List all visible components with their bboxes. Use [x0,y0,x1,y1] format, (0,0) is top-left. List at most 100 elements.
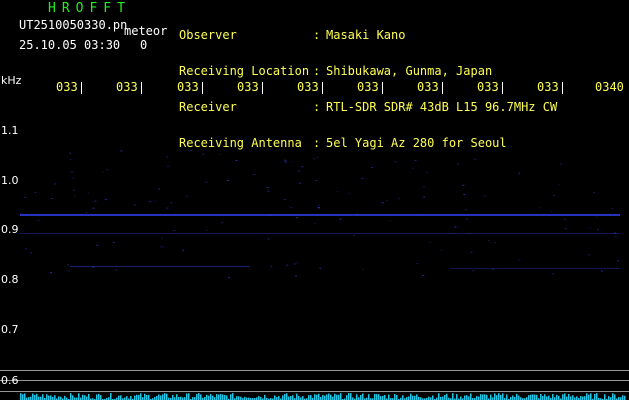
noise-speck [173,230,176,231]
spectrum-bar [218,394,220,400]
spectrum-bar [322,395,324,400]
spectrum-bar [622,395,624,400]
event-count: 0 [140,38,148,52]
noise-speck [290,161,293,163]
spectrum-bar [518,395,520,400]
spectrum-bar [34,394,36,400]
spectrum-bar [186,393,188,400]
time-tick-mark [502,82,503,94]
spectrum-bar [350,393,352,400]
noise-speck [253,173,256,175]
spectrum-bar [50,395,52,400]
noise-speck [149,201,152,203]
noise-speck [205,181,208,183]
noise-speck [411,167,414,169]
spectrum-bar [82,394,84,400]
noise-speck [423,186,426,188]
spectrum-bar [210,394,212,400]
spectrum-bar [288,396,290,400]
noise-speck [96,244,99,246]
spectrum-bar [278,395,280,400]
spectrum-bar [258,396,260,400]
noise-speck [356,213,359,215]
spectrum-bar [348,393,350,400]
noise-speck [85,212,88,214]
spectrum-bar [282,395,284,400]
time-tick-label: 033 [357,80,379,94]
spectrum-bar [88,393,90,400]
spectrum-bar [308,395,310,400]
freq-tick-label: 0.8 [1,273,19,286]
spectrum-bar [438,393,440,400]
noise-speck [488,240,490,242]
antenna-label: Receiving Antenna [179,136,302,150]
noise-speck [557,184,560,186]
spectrum-bar [356,394,358,400]
spectrum-bar [536,394,538,400]
noise-speck [601,270,603,272]
spectrum-bar [290,395,292,400]
spectrum-bar [576,396,578,400]
spectrum-bar [22,394,24,400]
spectrum-strip [20,393,626,400]
spectrum-bar [72,395,74,400]
spectrum-bar [540,393,542,400]
spectrum-bar [292,395,294,400]
noise-speck [388,220,391,222]
time-tick-label: 033 [417,80,439,94]
freq-tick-label: 1.0 [1,174,19,187]
spectrum-bar [334,393,336,400]
spectrum-bar [238,396,240,400]
time-tick-mark [442,82,443,94]
spectrum-bar [172,394,174,400]
noise-speck [166,156,169,158]
spectrum-bar [158,394,160,400]
noise-speck [92,266,95,268]
spectrum-bar [326,394,328,400]
noise-speck [394,161,397,163]
spectrum-bar [336,394,338,400]
noise-speck [483,195,486,197]
location-label: Receiving Location [179,64,310,78]
spectrum-bar [162,394,164,400]
receiver-value: RTL-SDR SDR# 43dB L15 96.7MHz CW [326,100,558,114]
spectrum-bar [58,396,60,400]
noise-speck [267,238,270,240]
time-tick-label: 033 [116,80,138,94]
spectrum-bar [498,393,500,400]
noise-speck [182,249,185,251]
noise-speck [398,198,401,200]
observer-label: Observer [179,28,237,42]
noise-speck [133,204,136,206]
noise-speck [416,213,419,215]
noise-speck [296,262,299,264]
noise-speck [283,199,286,200]
spectrum-bar [146,395,148,400]
noise-speck [73,195,76,197]
noise-speck [69,152,72,154]
location-value: Shibukawa, Gunma, Japan [326,64,493,78]
spectrum-bar [496,395,498,400]
noise-speck [587,254,590,256]
spectrum-bar [596,393,598,400]
noise-speck [228,277,231,279]
noise-speck [361,178,364,179]
noise-speck [87,192,90,194]
noise-speck [429,241,431,243]
spectrum-bar [468,396,470,400]
spectrum-bar [166,393,168,400]
spectrum-bar [528,395,530,400]
noise-speck [22,230,25,232]
spectrum-bar [330,394,332,400]
noise-speck [518,259,521,261]
spectrum-bar [572,395,574,400]
spectrum-bar [590,393,592,400]
station-name: HROFFT [48,1,131,16]
spectrum-bar [200,394,202,400]
spectrum-bar [144,393,146,400]
observer-value: Masaki Kano [326,28,406,42]
noise-speck [518,173,521,175]
noise-speck [37,219,40,221]
spectrum-bar [604,394,606,400]
spectrum-bar [388,394,390,400]
